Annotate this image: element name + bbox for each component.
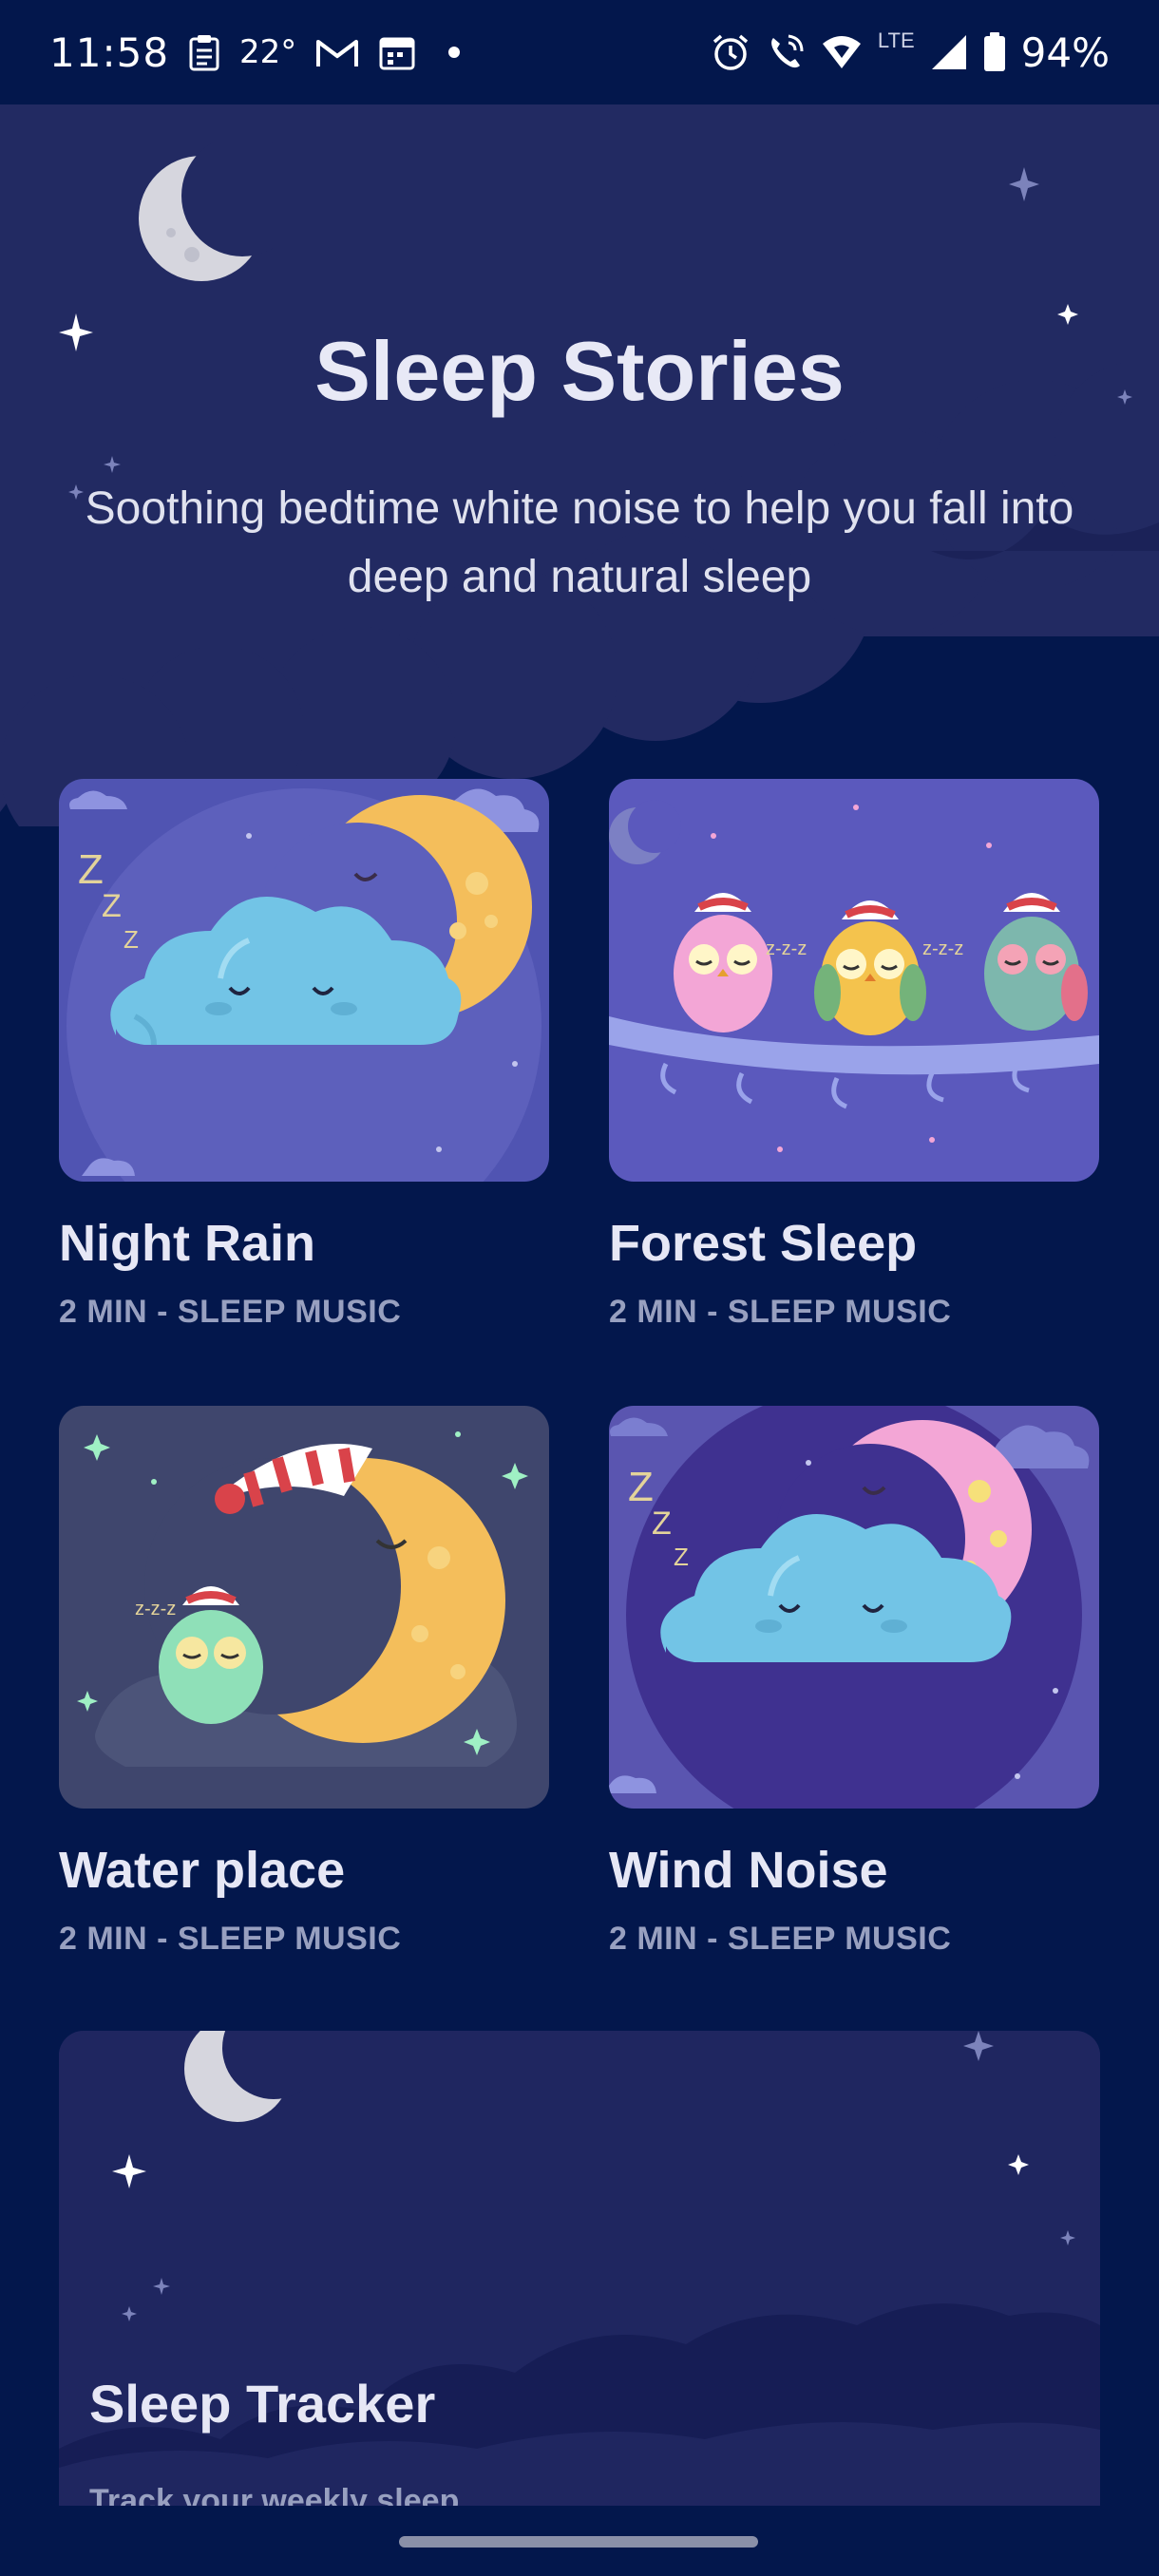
card-title: Water place bbox=[59, 1842, 346, 1899]
story-card-forest-sleep[interactable]: z-z-z z-z-z Forest Sleep 2 MIN - SLEEP M… bbox=[609, 779, 1099, 1331]
water-place-thumbnail: z-z-z bbox=[59, 1406, 549, 1809]
svg-text:Z: Z bbox=[78, 846, 104, 893]
signal-icon bbox=[931, 35, 966, 69]
sleep-tracker-card[interactable]: Sleep Tracker Track your weekly sleep bbox=[59, 2031, 1100, 2506]
tracker-subtitle: Track your weekly sleep bbox=[89, 2483, 460, 2506]
wind-noise-thumbnail: Z Z Z bbox=[609, 1406, 1099, 1809]
wifi-icon bbox=[822, 36, 861, 68]
card-meta: 2 MIN - SLEEP MUSIC bbox=[59, 1921, 402, 1957]
svg-text:z-z-z: z-z-z bbox=[922, 938, 963, 959]
card-title: Forest Sleep bbox=[609, 1215, 918, 1272]
svg-text:z-z-z: z-z-z bbox=[766, 938, 807, 959]
tracker-title: Sleep Tracker bbox=[89, 2374, 436, 2434]
status-time: 11:58 bbox=[49, 28, 170, 76]
battery-percentage: 94% bbox=[1020, 28, 1110, 76]
story-card-water-place[interactable]: z-z-z Water place 2 MIN - SLEEP MUSIC bbox=[59, 1406, 549, 1958]
night-rain-thumbnail: Z Z Z bbox=[59, 779, 549, 1182]
svg-text:Z: Z bbox=[102, 888, 122, 924]
home-indicator[interactable] bbox=[399, 2536, 758, 2548]
alarm-icon bbox=[712, 34, 749, 70]
status-bar: 11:58 22° LTE 94% bbox=[0, 0, 1159, 104]
card-title: Wind Noise bbox=[609, 1842, 888, 1899]
gmail-icon bbox=[316, 40, 359, 66]
story-card-wind-noise[interactable]: Z Z Z Wind Noise 2 MIN - SLEEP MUSIC bbox=[609, 1406, 1099, 1958]
card-meta: 2 MIN - SLEEP MUSIC bbox=[609, 1921, 952, 1957]
svg-text:Z: Z bbox=[628, 1464, 654, 1510]
card-title: Night Rain bbox=[59, 1215, 315, 1272]
svg-text:Z: Z bbox=[124, 925, 139, 954]
svg-text:Z: Z bbox=[652, 1506, 672, 1542]
svg-text:z-z-z: z-z-z bbox=[135, 1599, 176, 1619]
calendar-icon bbox=[379, 37, 415, 70]
forest-sleep-thumbnail: z-z-z z-z-z bbox=[609, 779, 1099, 1182]
card-meta: 2 MIN - SLEEP MUSIC bbox=[59, 1294, 402, 1330]
tracker-stars-decoration bbox=[112, 2031, 1075, 2321]
notification-dot-icon bbox=[448, 47, 461, 58]
battery-icon bbox=[983, 32, 1005, 71]
card-meta: 2 MIN - SLEEP MUSIC bbox=[609, 1294, 952, 1330]
clipboard-icon bbox=[189, 35, 219, 71]
svg-text:Z: Z bbox=[674, 1543, 689, 1571]
page-title: Sleep Stories bbox=[314, 324, 845, 418]
network-type: LTE bbox=[877, 28, 915, 52]
wifi-calling-icon bbox=[771, 34, 804, 68]
story-card-night-rain[interactable]: Z Z Z Night Rain 2 MIN - SLEEP MUSIC bbox=[59, 779, 549, 1331]
page-subtitle: Soothing bedtime white noise to help you… bbox=[85, 483, 1074, 602]
hero-header: Sleep Stories Soothing bedtime white noi… bbox=[0, 104, 1159, 826]
status-temperature: 22° bbox=[239, 33, 297, 71]
